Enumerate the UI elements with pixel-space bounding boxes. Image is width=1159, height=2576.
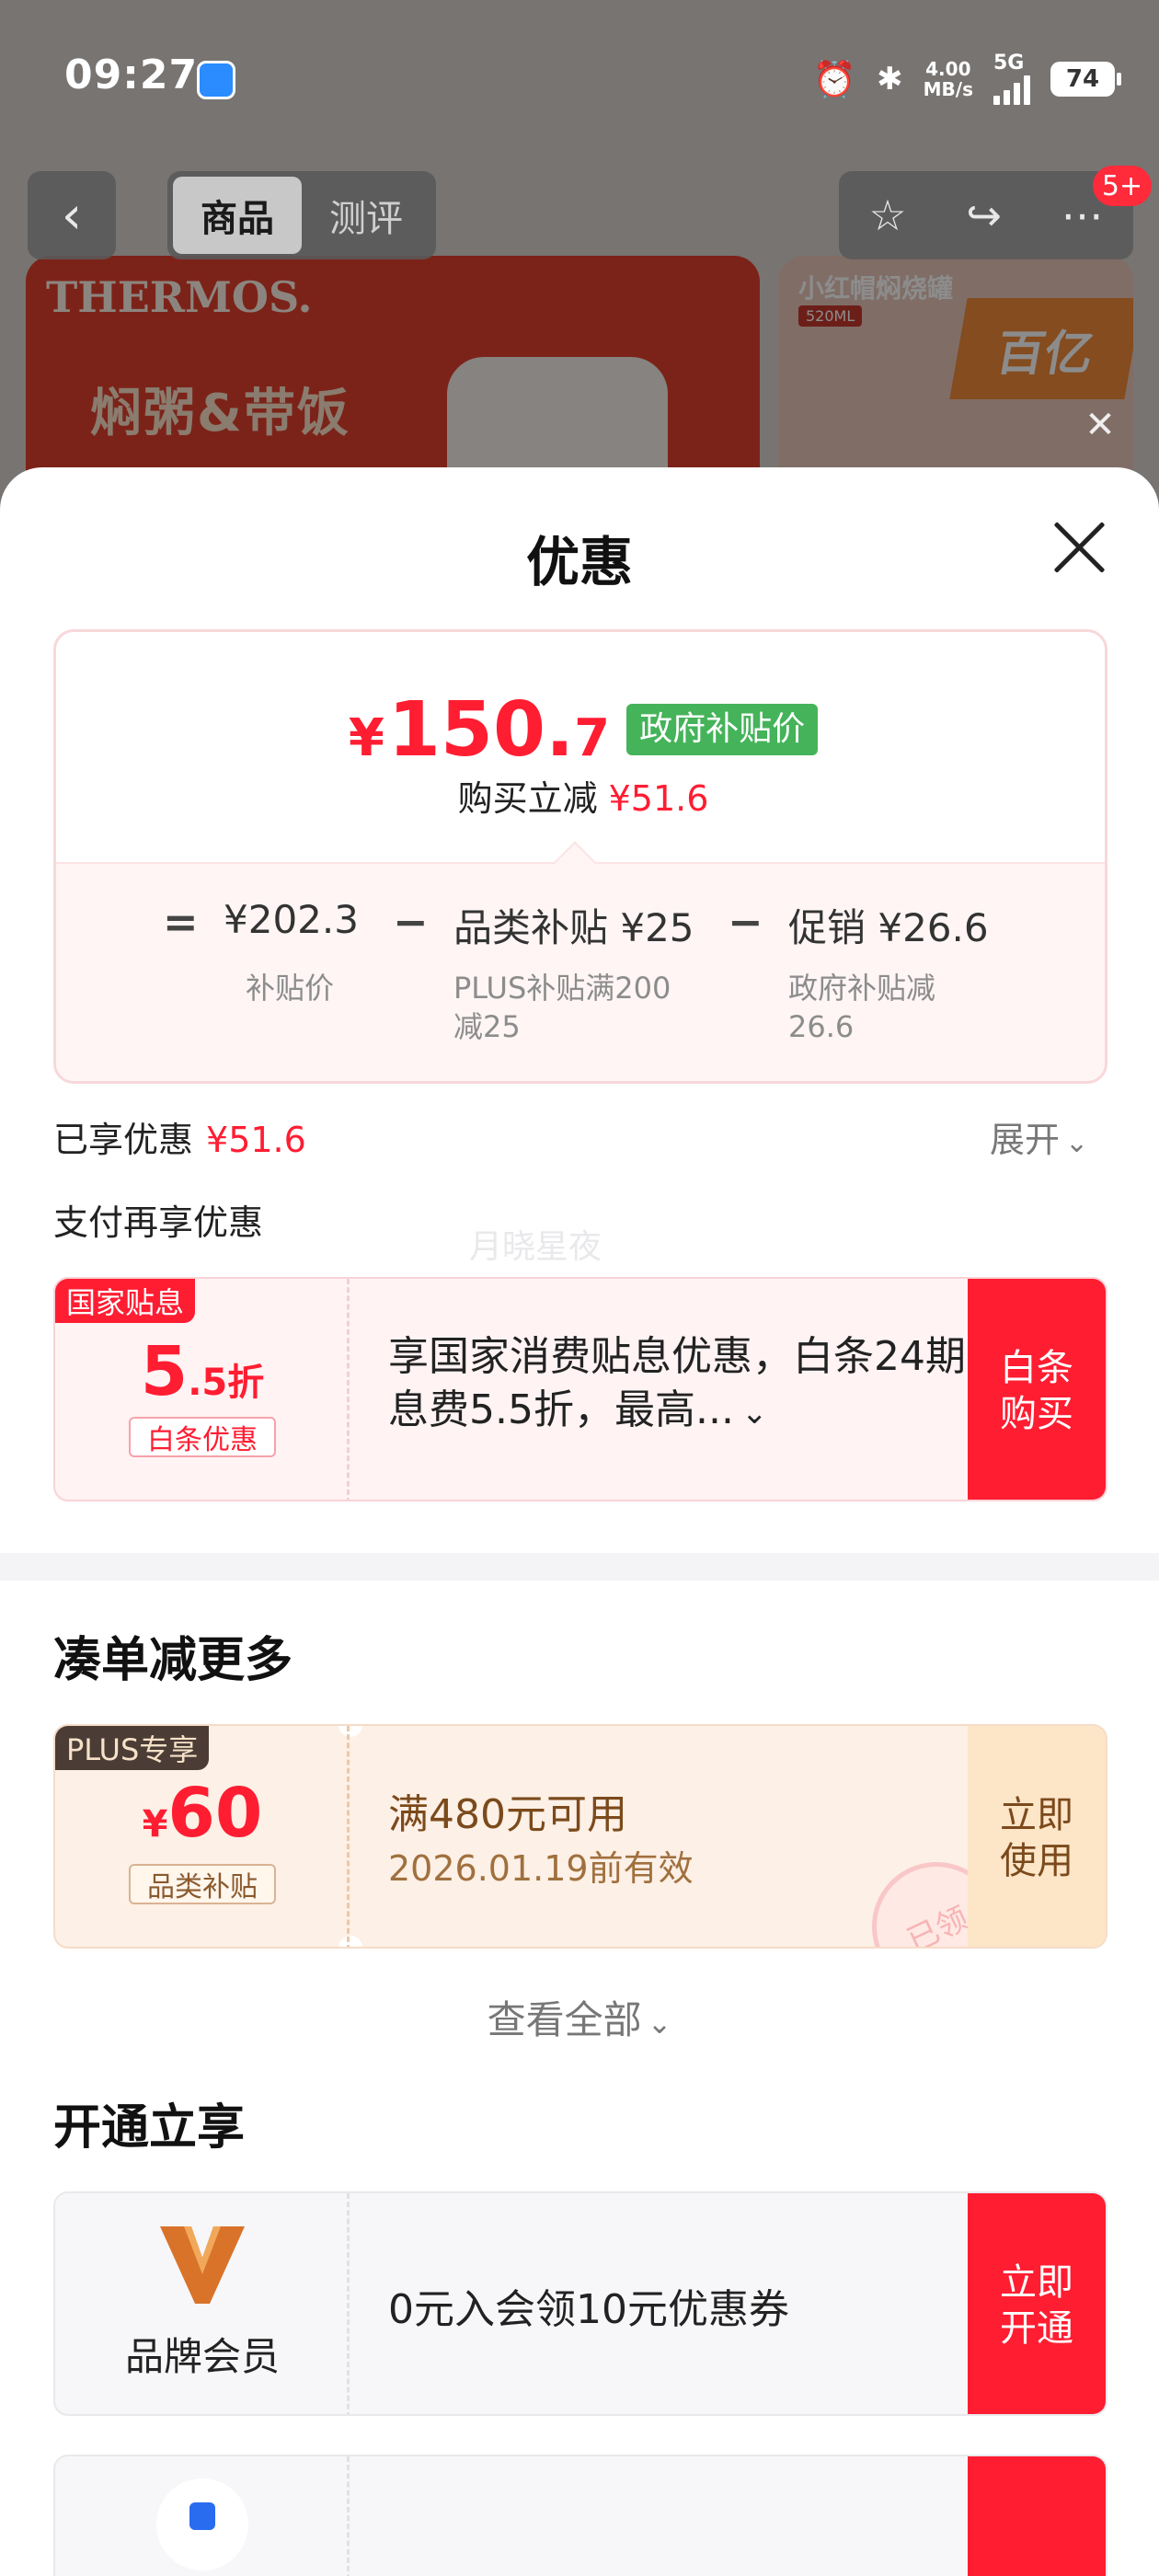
video-close-icon[interactable]: ✕: [1067, 399, 1133, 451]
coupon-value-area: 国家贴息 5.5折 白条优惠: [55, 1279, 350, 1500]
promotion-value: 促销 ¥26.6: [788, 905, 989, 950]
minus-sign: −: [728, 897, 763, 947]
back-button[interactable]: ‹: [28, 171, 116, 259]
status-indicators: ⏰ ✱ 4.00 MB/s 5G 74: [812, 53, 1121, 105]
message-badge: 5+: [1093, 166, 1152, 206]
instant-discount: 购买立减 ¥51.6: [56, 770, 1105, 821]
price-integer: 150.: [387, 686, 575, 774]
chevron-left-icon: ‹: [61, 185, 83, 246]
network-speed-value: 4.00: [925, 58, 971, 80]
coupon-type-tag: 品类补贴: [129, 1864, 276, 1904]
enjoyed-value: ¥51.6: [206, 1120, 306, 1160]
promotion-label: 政府补贴减 26.6: [788, 971, 936, 1044]
price-formula: = ¥202.3 补贴价 − 品类补贴 ¥25 PLUS补贴满200 减25 −…: [56, 862, 1105, 1081]
chevron-down-icon: ⌄: [647, 2006, 672, 2041]
status-time: 09:27: [64, 52, 199, 98]
category-subsidy-label: PLUS补贴满200 减25: [453, 971, 671, 1044]
baitiao-buy-button[interactable]: 白条 购买: [968, 1279, 1106, 1500]
discount-integer: 5: [140, 1332, 189, 1411]
coupon-value-area: PLUS专享 ¥60 品类补贴: [55, 1726, 350, 1947]
cellular-indicator: 5G: [993, 53, 1030, 105]
price-decimal: 7: [574, 707, 611, 768]
subsidy-price-value: ¥202.3: [224, 897, 359, 942]
coupon-type-tag: 白条优惠: [129, 1417, 276, 1457]
gov-subsidy-tag: 政府补贴价: [626, 704, 819, 755]
instant-discount-label: 购买立减: [457, 778, 598, 819]
coupon-amount: ¥60: [55, 1774, 350, 1853]
nav-actions: ☆ ↪ ⋯: [839, 171, 1133, 259]
brand-member-coupon[interactable]: 品牌会员 0元入会领10元优惠券 立即 开通: [53, 2191, 1107, 2416]
network-type: 5G: [993, 52, 1025, 75]
open-membership-button[interactable]: 立即 开通: [968, 2193, 1106, 2414]
instant-discount-value: ¥51.6: [608, 778, 709, 819]
top-nav: ‹ 商品 测评 ☆ ↪ ⋯ 5+: [0, 166, 1159, 259]
use-now-button[interactable]: 立即 使用: [968, 1726, 1106, 1947]
app-notification-icon: [197, 61, 235, 99]
coupon-logo-icon: [156, 2478, 248, 2570]
sheet-title: 优惠: [525, 531, 633, 593]
section-divider: [0, 1553, 1159, 1581]
final-price: ¥ 150. 7 政府补贴价: [56, 686, 1105, 774]
tab-review[interactable]: 测评: [302, 177, 430, 254]
equals-sign: =: [163, 897, 199, 947]
chevron-down-icon[interactable]: ⌄: [741, 1395, 768, 1432]
chevron-down-icon: ⌄: [1065, 1127, 1089, 1159]
coupon-logo-mark: [189, 2502, 215, 2530]
tab-product[interactable]: 商品: [173, 177, 302, 254]
coupon-amount-value: 60: [167, 1774, 263, 1853]
price-currency: ¥: [348, 707, 384, 768]
section-title-more: 凑单减更多: [53, 1633, 293, 1688]
enjoyed-discount: 已享优惠 ¥51.6: [53, 1111, 306, 1162]
network-speed-unit: MB/s: [923, 78, 973, 100]
member-label: 品牌会员: [124, 2334, 280, 2379]
member-description: 0元入会领10元优惠券: [388, 2286, 789, 2333]
coupon-currency: ¥: [142, 1803, 168, 1846]
next-coupon-left: [55, 2456, 350, 2576]
subsidy-price-label: 补贴价: [246, 971, 335, 1006]
coupon-condition: 满480元可用: [388, 1791, 627, 1838]
share-icon[interactable]: ↪: [966, 190, 1002, 240]
nav-tabs: 商品 测评: [167, 171, 436, 259]
close-icon[interactable]: [1047, 515, 1111, 580]
battery-icon: 74: [1050, 62, 1121, 97]
view-all-button[interactable]: 查看全部 ⌄: [0, 1989, 1159, 2045]
coupon-description: 享国家消费贴息优惠，白条24期息费5.5折，最高... ⌄: [388, 1330, 977, 1440]
member-logo-area: 品牌会员: [55, 2193, 350, 2414]
watermark: 月晓星夜: [469, 1228, 602, 1266]
minus-sign: −: [393, 897, 429, 947]
bluetooth-icon: ✱: [877, 61, 903, 98]
favorite-star-icon[interactable]: ☆: [868, 190, 906, 240]
network-speed: 4.00 MB/s: [924, 59, 973, 99]
view-all-label: 查看全部: [487, 1997, 642, 2042]
status-bar: 09:27 ⏰ ✱ 4.00 MB/s 5G 74: [0, 0, 1159, 156]
category-subsidy-value: 品类补贴 ¥25: [453, 905, 694, 950]
next-coupon[interactable]: [53, 2455, 1107, 2576]
coupon-discount: 5.5折: [55, 1332, 350, 1411]
brand-v-icon: [160, 2226, 245, 2304]
expand-button[interactable]: 展开 ⌄: [990, 1111, 1088, 1162]
enjoyed-label: 已享优惠: [53, 1120, 194, 1160]
expand-label: 展开: [990, 1120, 1061, 1160]
signal-icon: [993, 74, 1030, 105]
coupon-corner-tag: 国家贴息: [55, 1279, 196, 1323]
coupon-expire: 2026.01.19前有效: [388, 1848, 694, 1889]
next-coupon-button[interactable]: [968, 2456, 1106, 2576]
section-title-open: 开通立享: [53, 2100, 246, 2156]
plus-coupon[interactable]: PLUS专享 ¥60 品类补贴 满480元可用 2026.01.19前有效 已领…: [53, 1724, 1107, 1949]
pay-more-title: 支付再享优惠: [53, 1202, 264, 1243]
price-breakdown-card: ¥ 150. 7 政府补贴价 购买立减 ¥51.6 = ¥202.3 补贴价 − …: [53, 629, 1107, 1084]
alarm-icon: ⏰: [812, 58, 857, 99]
baitiao-coupon[interactable]: 国家贴息 5.5折 白条优惠 享国家消费贴息优惠，白条24期息费5.5折，最高.…: [53, 1277, 1107, 1501]
plus-corner-tag: PLUS专享: [55, 1726, 210, 1770]
coupon-description-text: 享国家消费贴息优惠，白条24期息费5.5折，最高...: [388, 1333, 966, 1433]
discount-sheet: 优惠 ¥ 150. 7 政府补贴价 购买立减 ¥51.6 = ¥202.3 补贴价…: [0, 467, 1159, 2576]
discount-rest: .5折: [188, 1362, 265, 1404]
